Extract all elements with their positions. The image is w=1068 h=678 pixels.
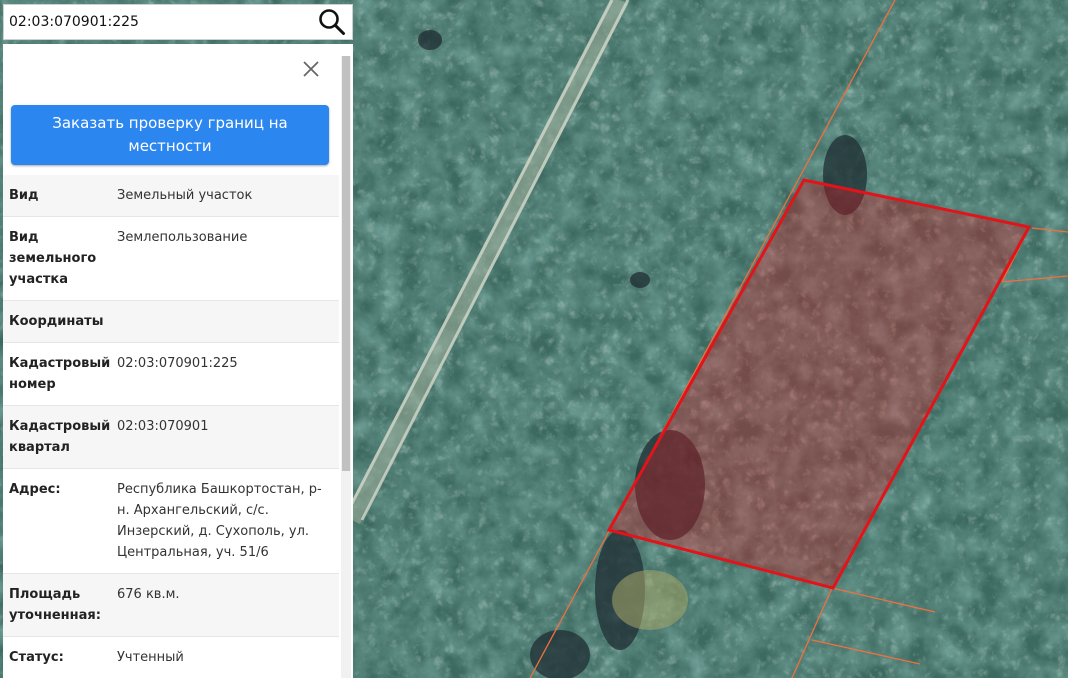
attr-label: Статус: — [9, 650, 64, 665]
attr-value: 02:03:070901 — [117, 419, 209, 434]
panel-scrollbar[interactable] — [341, 56, 351, 678]
attr-value: Республика Башкортостан, р-н. Архангельс… — [117, 482, 322, 560]
order-button-label: Заказать проверку границ на местности — [52, 114, 288, 155]
attr-label: Кадастровый номер — [9, 356, 111, 392]
scrollbar-thumb[interactable] — [342, 56, 350, 471]
attr-row-coordinates[interactable]: Координаты — [3, 301, 339, 343]
attr-row-type: Вид Земельный участок — [3, 175, 339, 217]
attr-row-land-type: Вид земельного участка Землепользование — [3, 217, 339, 301]
attr-value: Учтенный — [117, 650, 184, 665]
attr-row-area: Площадь уточненная: 676 кв.м. — [3, 574, 339, 637]
attr-label: Кадастровый квартал — [9, 419, 111, 455]
search-icon — [319, 9, 345, 35]
close-button[interactable] — [300, 58, 322, 80]
attr-value: Землепользование — [117, 230, 248, 245]
bush — [612, 570, 688, 630]
order-boundary-check-button[interactable]: Заказать проверку границ на местности — [11, 105, 329, 165]
search-button[interactable] — [312, 5, 352, 39]
attr-value: 676 кв.м. — [117, 587, 180, 602]
attr-row-cadastral-number: Кадастровый номер 02:03:070901:225 — [3, 343, 339, 406]
attr-label: Адрес: — [9, 482, 61, 497]
attr-value — [117, 311, 327, 332]
attr-label: Вид — [9, 188, 39, 203]
parcel-attributes: Вид Земельный участок Вид земельного уча… — [3, 175, 339, 678]
attr-value: 02:03:070901:225 — [117, 356, 238, 371]
attr-label: Координаты — [9, 314, 104, 329]
attr-label: Вид земельного участка — [9, 230, 97, 287]
attr-label: Площадь уточненная: — [9, 587, 101, 623]
search-bar — [3, 4, 353, 40]
attr-value: Земельный участок — [117, 188, 253, 203]
attr-row-status: Статус: Учтенный — [3, 637, 339, 678]
search-input[interactable] — [4, 7, 312, 37]
parcel-info-panel: Заказать проверку границ на местности Ви… — [3, 44, 353, 678]
close-icon — [303, 61, 319, 77]
attr-row-cadastral-quarter: Кадастровый квартал 02:03:070901 — [3, 406, 339, 469]
attr-row-address: Адрес: Республика Башкортостан, р-н. Арх… — [3, 469, 339, 574]
